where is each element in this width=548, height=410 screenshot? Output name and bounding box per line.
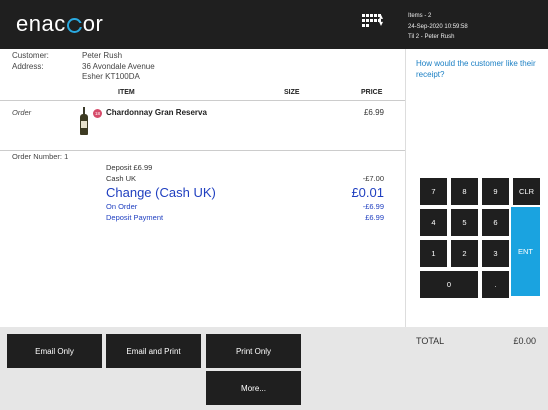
keyboard-toggle-arrow-icon[interactable]: ▴ ▾	[379, 13, 383, 28]
logo-ring-icon	[66, 18, 83, 33]
footer-bar: Email Only Email and Print Print Only Mo…	[0, 327, 548, 410]
key-2[interactable]: 2	[451, 240, 478, 267]
receipt-question: How would the customer like their receip…	[416, 59, 536, 79]
key-7[interactable]: 7	[420, 178, 447, 205]
customer-label: Customer:	[12, 51, 49, 60]
key-0[interactable]: 0	[420, 271, 478, 298]
wine-bottle-icon	[80, 107, 88, 135]
item-name[interactable]: Chardonnay Gran Reserva	[106, 108, 207, 117]
key-8[interactable]: 8	[451, 178, 478, 205]
email-only-button[interactable]: Email Only	[7, 334, 102, 368]
cash-label: Cash UK	[106, 174, 137, 183]
key-9[interactable]: 9	[482, 178, 509, 205]
item-price: £6.99	[363, 108, 384, 117]
more-button[interactable]: More...	[206, 371, 301, 405]
on-order-label: On Order	[106, 202, 138, 211]
change-value: £0.01	[351, 185, 384, 200]
print-only-button[interactable]: Print Only	[206, 334, 301, 368]
change-label: Change (Cash UK)	[106, 185, 216, 200]
key-3[interactable]: 3	[482, 240, 509, 267]
key-5[interactable]: 5	[451, 209, 478, 236]
deposit-payment-value: £6.99	[365, 213, 384, 222]
header-info: Items - 2 24-Sep-2020 10:59:58 Til 2 - P…	[408, 11, 468, 43]
address-line1: 36 Avondale Avenue	[82, 61, 155, 71]
on-order-value: -£6.99	[362, 202, 384, 211]
age-restriction-badge: 18	[93, 109, 102, 118]
key-enter[interactable]: ENT	[511, 207, 540, 296]
deposit-label: Deposit £6.99	[106, 163, 153, 172]
order-label: Order	[12, 108, 32, 117]
order-number: Order Number: 1	[12, 152, 69, 161]
deposit-payment-label: Deposit Payment	[106, 213, 164, 222]
panel-divider	[405, 49, 406, 327]
cash-value: -£7.00	[362, 174, 384, 183]
header-bar: enac or ▴ ▾ Items - 2 24-Sep-2020 10:59:58…	[0, 0, 548, 49]
enactor-logo: enac or	[16, 11, 104, 36]
datetime: 24-Sep-2020 10:59:58	[408, 23, 468, 30]
total-label: TOTAL	[416, 336, 445, 346]
order-divider	[0, 150, 405, 151]
key-clear[interactable]: CLR	[513, 178, 540, 205]
key-4[interactable]: 4	[420, 209, 447, 236]
customer-name: Peter Rush	[82, 51, 123, 60]
key-1[interactable]: 1	[420, 240, 447, 267]
email-and-print-button[interactable]: Email and Print	[106, 334, 201, 368]
address-label: Address:	[12, 61, 44, 71]
total-value: £0.00	[513, 336, 536, 346]
till-operator: Til 2 - Peter Rush	[408, 34, 455, 40]
key-6[interactable]: 6	[482, 209, 509, 236]
address-line2: Esher KT100DA	[82, 72, 140, 81]
key-decimal[interactable]: .	[482, 271, 509, 298]
header-divider	[0, 100, 405, 101]
items-count: Items - 2	[408, 13, 432, 19]
